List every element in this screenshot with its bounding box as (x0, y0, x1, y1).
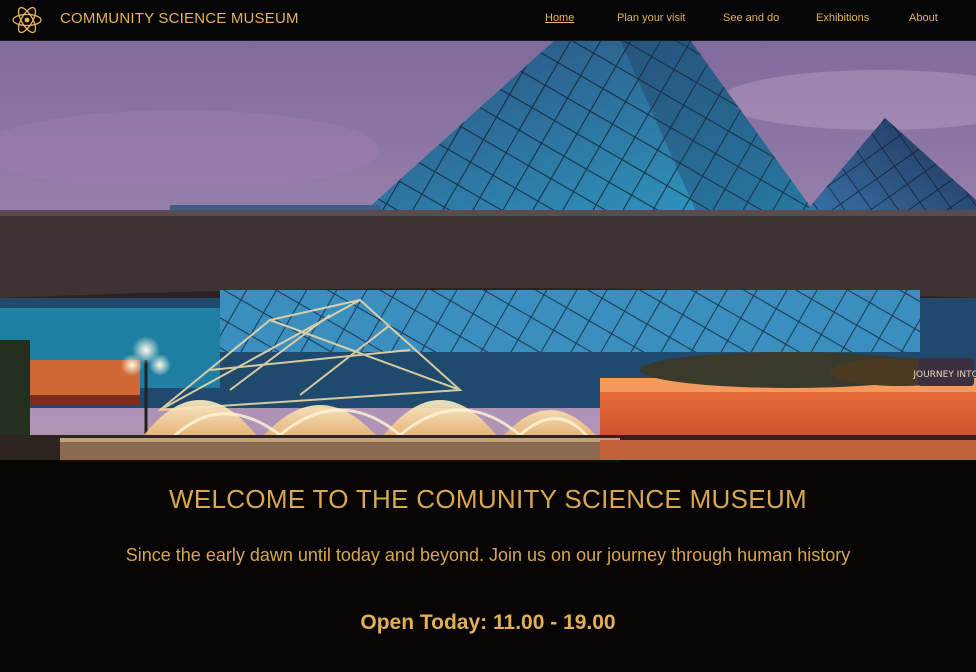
main-nav: Home Plan your visit See and do Exhibiti… (0, 12, 976, 32)
nav-see-and-do[interactable]: See and do (723, 12, 779, 24)
top-navigation-bar: COMMUNITY SCIENCE MUSEUM Home Plan your … (0, 0, 976, 41)
opening-hours: Open Today: 11.00 - 19.00 (360, 611, 616, 634)
nav-about[interactable]: About (909, 12, 938, 24)
nav-exhibitions[interactable]: Exhibitions (816, 12, 869, 24)
nav-plan-your-visit[interactable]: Plan your visit (617, 12, 685, 24)
hero-tagline: Since the early dawn until today and bey… (125, 545, 851, 565)
welcome-heading: WELCOME TO THE COMUNITY SCIENCE MUSEUM (169, 484, 807, 514)
nav-home[interactable]: Home (545, 12, 574, 24)
journey-into-sign-text: JOURNEY INTO (912, 370, 976, 380)
